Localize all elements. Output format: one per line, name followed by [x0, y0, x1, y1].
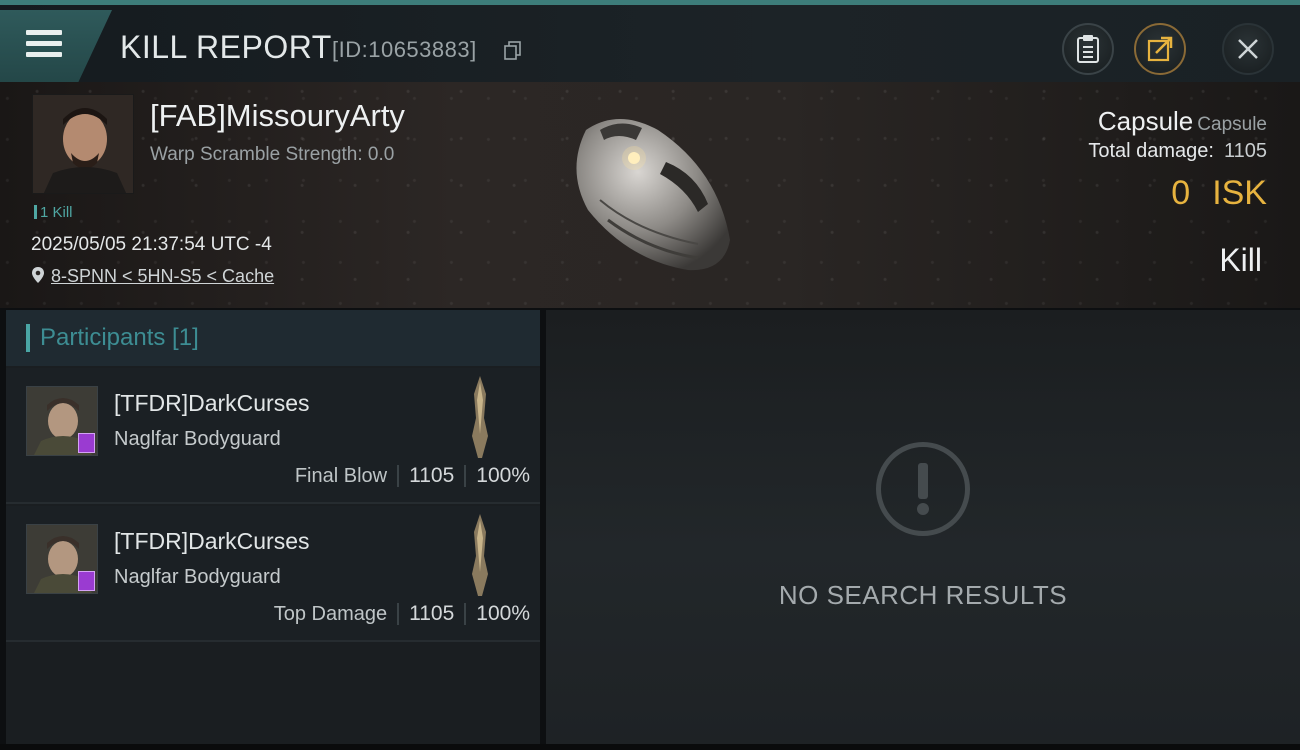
warp-scramble-strength: Warp Scramble Strength: 0.0 [150, 144, 395, 165]
participant-row[interactable]: [TFDR]DarkCurses Naglfar Bodyguard Top D… [6, 506, 540, 642]
participant-stats: Top Damage 1105 100% [274, 602, 530, 626]
total-damage: Total damage: 1105 [1088, 140, 1267, 163]
faction-badge [78, 571, 95, 591]
participant-role: Top Damage [273, 602, 388, 625]
ship-type: Capsule Capsule [1098, 106, 1267, 137]
share-icon [1147, 36, 1173, 62]
close-icon [1238, 39, 1258, 59]
participants-panel: Participants [1] [TFDR]DarkCurses Naglfa… [6, 310, 540, 746]
kill-datetime: 2025/05/05 21:37:54 UTC -4 [31, 234, 272, 255]
participant-ship: Naglfar Bodyguard [114, 428, 281, 450]
kill-count-text: 1 Kill [40, 204, 73, 221]
isk-value: 0 ISK [1171, 174, 1267, 213]
total-damage-value: 1105 [1223, 140, 1267, 162]
participants-header[interactable]: Participants [1] [6, 310, 540, 366]
share-button[interactable] [1134, 23, 1186, 75]
location-pin-icon [32, 267, 44, 283]
header-bar: KILL REPORT [ID:10653883] [0, 0, 1300, 82]
participant-role: Final Blow [294, 464, 388, 487]
participants-title: Participants [1] [40, 324, 199, 351]
participant-name[interactable]: [TFDR]DarkCurses [114, 528, 310, 555]
participant-stats: Final Blow 1105 100% [295, 464, 530, 488]
participant-name[interactable]: [TFDR]DarkCurses [114, 390, 310, 417]
bottom-border [0, 744, 1300, 750]
victim-info-panel: [FAB]MissouryArty Warp Scramble Strength… [0, 82, 1300, 308]
participant-damage: 1105 [409, 464, 455, 487]
empty-results-text: NO SEARCH RESULTS [778, 580, 1068, 610]
victim-name[interactable]: [FAB]MissouryArty [150, 98, 405, 134]
participant-row[interactable]: [TFDR]DarkCurses Naglfar Bodyguard Final… [6, 368, 540, 504]
participant-damage: 1105 [409, 602, 455, 625]
participant-ship: Naglfar Bodyguard [114, 566, 281, 588]
naglfar-ship-icon [472, 376, 488, 458]
total-damage-label: Total damage: [1088, 140, 1214, 162]
menu-icon [26, 30, 64, 60]
result-label: Kill [1219, 242, 1262, 278]
exclamation-icon [876, 442, 970, 536]
capsule-ship-image [576, 119, 730, 271]
participant-avatar[interactable] [26, 386, 98, 456]
kill-id: [ID:10653883] [332, 37, 477, 62]
participant-avatar[interactable] [26, 524, 98, 594]
location-link[interactable]: 8-SPNN < 5HN-S5 < Cache [51, 266, 274, 286]
clipboard-button[interactable] [1062, 23, 1114, 75]
isk-amount: 0 [1171, 174, 1191, 212]
page-title: KILL REPORT [120, 29, 332, 65]
isk-unit: ISK [1212, 174, 1267, 212]
participant-percent: 100% [476, 464, 530, 487]
search-results-panel: NO SEARCH RESULTS [546, 310, 1300, 746]
participant-percent: 100% [476, 602, 530, 625]
victim-avatar[interactable] [32, 94, 134, 194]
close-button[interactable] [1222, 23, 1274, 75]
kill-location[interactable]: 8-SPNN < 5HN-S5 < Cache [31, 266, 274, 287]
kill-count-badge: 1 Kill [34, 204, 73, 221]
faction-badge [78, 433, 95, 453]
ship-class: Capsule [1197, 114, 1267, 135]
ship-type-name: Capsule [1097, 106, 1194, 136]
menu-button[interactable] [0, 10, 112, 82]
copy-icon[interactable] [504, 41, 522, 61]
clipboard-icon [1077, 35, 1099, 63]
naglfar-ship-icon [472, 514, 488, 596]
